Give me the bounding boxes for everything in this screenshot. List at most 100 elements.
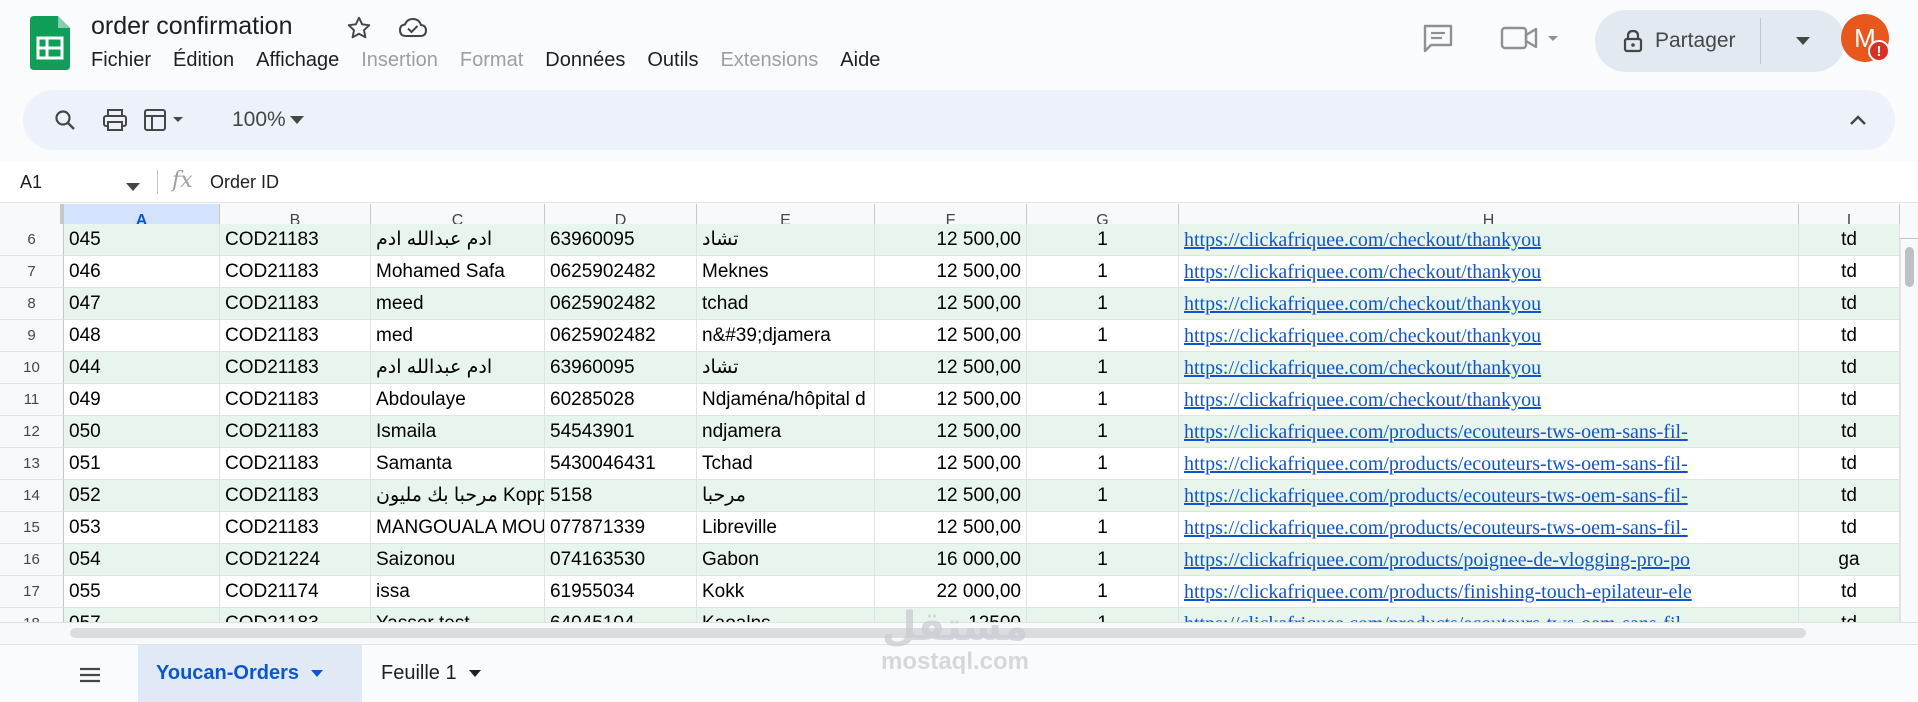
cell-e[interactable]: مرحبا — [697, 480, 875, 512]
cell-g[interactable]: 1 — [1027, 512, 1179, 544]
cell-i[interactable]: td — [1799, 320, 1900, 352]
cell-f[interactable]: 16 000,00 — [875, 544, 1027, 576]
cell-i[interactable]: td — [1799, 224, 1900, 256]
vertical-scrollbar[interactable] — [1900, 239, 1918, 630]
cell-d[interactable]: 074163530 — [545, 544, 697, 576]
cell-f[interactable]: 12 500,00 — [875, 320, 1027, 352]
cell-h[interactable]: https://clickafriquee.com/products/poign… — [1179, 544, 1799, 576]
sheet-tab-youcan-orders[interactable]: Youcan-Orders — [138, 645, 362, 702]
cell-e[interactable]: Ndjaména/hôpital d — [697, 384, 875, 416]
format-painter-icon[interactable] — [143, 104, 189, 136]
menu-donnees[interactable]: Données — [534, 45, 636, 75]
cell-h[interactable]: https://clickafriquee.com/products/ecout… — [1179, 512, 1799, 544]
share-dropdown-arrow-icon[interactable] — [1761, 10, 1845, 72]
cell-e[interactable]: Libreville — [697, 512, 875, 544]
cell-a[interactable]: 055 — [64, 576, 220, 608]
cell-f[interactable]: 12 500,00 — [875, 512, 1027, 544]
cell-g[interactable]: 1 — [1027, 256, 1179, 288]
cell-g[interactable]: 1 — [1027, 448, 1179, 480]
formula-input[interactable]: Order ID — [210, 162, 279, 202]
row-header[interactable]: 9 — [0, 320, 64, 352]
cell-d[interactable]: 61955034 — [545, 576, 697, 608]
cell-h[interactable]: https://clickafriquee.com/checkout/thank… — [1179, 384, 1799, 416]
cell-e[interactable]: تشاد — [697, 352, 875, 384]
cell-c[interactable]: مرحبا بك مليون Koppe — [371, 480, 545, 512]
search-icon[interactable] — [49, 104, 81, 136]
cell-e[interactable]: tchad — [697, 288, 875, 320]
cell-a[interactable]: 051 — [64, 448, 220, 480]
cell-e[interactable]: Gabon — [697, 544, 875, 576]
cell-a[interactable]: 047 — [64, 288, 220, 320]
cell-d[interactable]: 63960095 — [545, 352, 697, 384]
cell-i[interactable]: td — [1799, 416, 1900, 448]
cell-g[interactable]: 1 — [1027, 576, 1179, 608]
cell-h[interactable]: https://clickafriquee.com/products/ecout… — [1179, 416, 1799, 448]
menu-edition[interactable]: Édition — [162, 45, 245, 75]
zoom-dropdown-arrow-icon[interactable] — [285, 104, 309, 136]
cell-e[interactable]: Kokk — [697, 576, 875, 608]
cell-d[interactable]: 60285028 — [545, 384, 697, 416]
cell-h[interactable]: https://clickafriquee.com/checkout/thank… — [1179, 256, 1799, 288]
menu-format[interactable]: Format — [449, 45, 534, 75]
cell-b[interactable]: COD21183 — [220, 224, 371, 256]
cell-i[interactable]: td — [1799, 288, 1900, 320]
cell-e[interactable]: n&#39;djamera — [697, 320, 875, 352]
cell-b[interactable]: COD21174 — [220, 576, 371, 608]
cell-c[interactable]: meed — [371, 288, 545, 320]
cell-f[interactable]: 12 500,00 — [875, 352, 1027, 384]
cell-b[interactable]: COD21183 — [220, 320, 371, 352]
cell-a[interactable]: 052 — [64, 480, 220, 512]
cell-h[interactable]: https://clickafriquee.com/products/finis… — [1179, 576, 1799, 608]
all-sheets-menu-icon[interactable] — [76, 661, 104, 689]
cell-g[interactable]: 1 — [1027, 320, 1179, 352]
cell-a[interactable]: 049 — [64, 384, 220, 416]
star-icon[interactable] — [345, 14, 373, 42]
comment-icon[interactable] — [1418, 18, 1458, 58]
cell-c[interactable]: MANGOUALA MOU — [371, 512, 545, 544]
cell-e[interactable]: Meknes — [697, 256, 875, 288]
cell-f[interactable]: 12 500,00 — [875, 480, 1027, 512]
menu-affichage[interactable]: Affichage — [245, 45, 350, 75]
cell-i[interactable]: td — [1799, 256, 1900, 288]
cell-a[interactable]: 044 — [64, 352, 220, 384]
cell-d[interactable]: 5430046431 — [545, 448, 697, 480]
sheets-logo-icon[interactable] — [30, 16, 70, 70]
cell-c[interactable]: Mohamed Safa — [371, 256, 545, 288]
menu-outils[interactable]: Outils — [636, 45, 709, 75]
cell-c[interactable]: Samanta — [371, 448, 545, 480]
cell-i[interactable]: td — [1799, 384, 1900, 416]
cell-c[interactable]: med — [371, 320, 545, 352]
cell-g[interactable]: 1 — [1027, 480, 1179, 512]
cell-a[interactable]: 050 — [64, 416, 220, 448]
cell-c[interactable]: ادم عبدالله ادم — [371, 352, 545, 384]
cell-g[interactable]: 1 — [1027, 288, 1179, 320]
cell-d[interactable]: 5158 — [545, 480, 697, 512]
cell-a[interactable]: 048 — [64, 320, 220, 352]
zoom-level[interactable]: 100% — [232, 104, 286, 136]
cell-g[interactable]: 1 — [1027, 224, 1179, 256]
row-header[interactable]: 15 — [0, 512, 64, 544]
cell-b[interactable]: COD21224 — [220, 544, 371, 576]
row-header[interactable]: 13 — [0, 448, 64, 480]
cell-g[interactable]: 1 — [1027, 416, 1179, 448]
sheet-tab-feuille-1[interactable]: Feuille 1 — [363, 645, 513, 702]
cell-b[interactable]: COD21183 — [220, 480, 371, 512]
name-box-dropdown-icon[interactable] — [126, 178, 140, 196]
cell-d[interactable]: 54543901 — [545, 416, 697, 448]
row-header[interactable]: 8 — [0, 288, 64, 320]
cell-h[interactable]: https://clickafriquee.com/products/ecout… — [1179, 448, 1799, 480]
collapse-icon[interactable] — [1843, 104, 1873, 136]
cell-c[interactable]: Saizonou — [371, 544, 545, 576]
vertical-scroll-thumb[interactable] — [1905, 247, 1914, 287]
cell-g[interactable]: 1 — [1027, 352, 1179, 384]
cell-e[interactable]: Tchad — [697, 448, 875, 480]
cell-h[interactable]: https://clickafriquee.com/products/ecout… — [1179, 480, 1799, 512]
cell-h[interactable]: https://clickafriquee.com/checkout/thank… — [1179, 288, 1799, 320]
meet-icon[interactable] — [1500, 18, 1564, 58]
cell-i[interactable]: td — [1799, 576, 1900, 608]
cell-i[interactable]: td — [1799, 512, 1900, 544]
cell-e[interactable]: تشاد — [697, 224, 875, 256]
cell-a[interactable]: 045 — [64, 224, 220, 256]
cell-b[interactable]: COD21183 — [220, 288, 371, 320]
cell-b[interactable]: COD21183 — [220, 416, 371, 448]
